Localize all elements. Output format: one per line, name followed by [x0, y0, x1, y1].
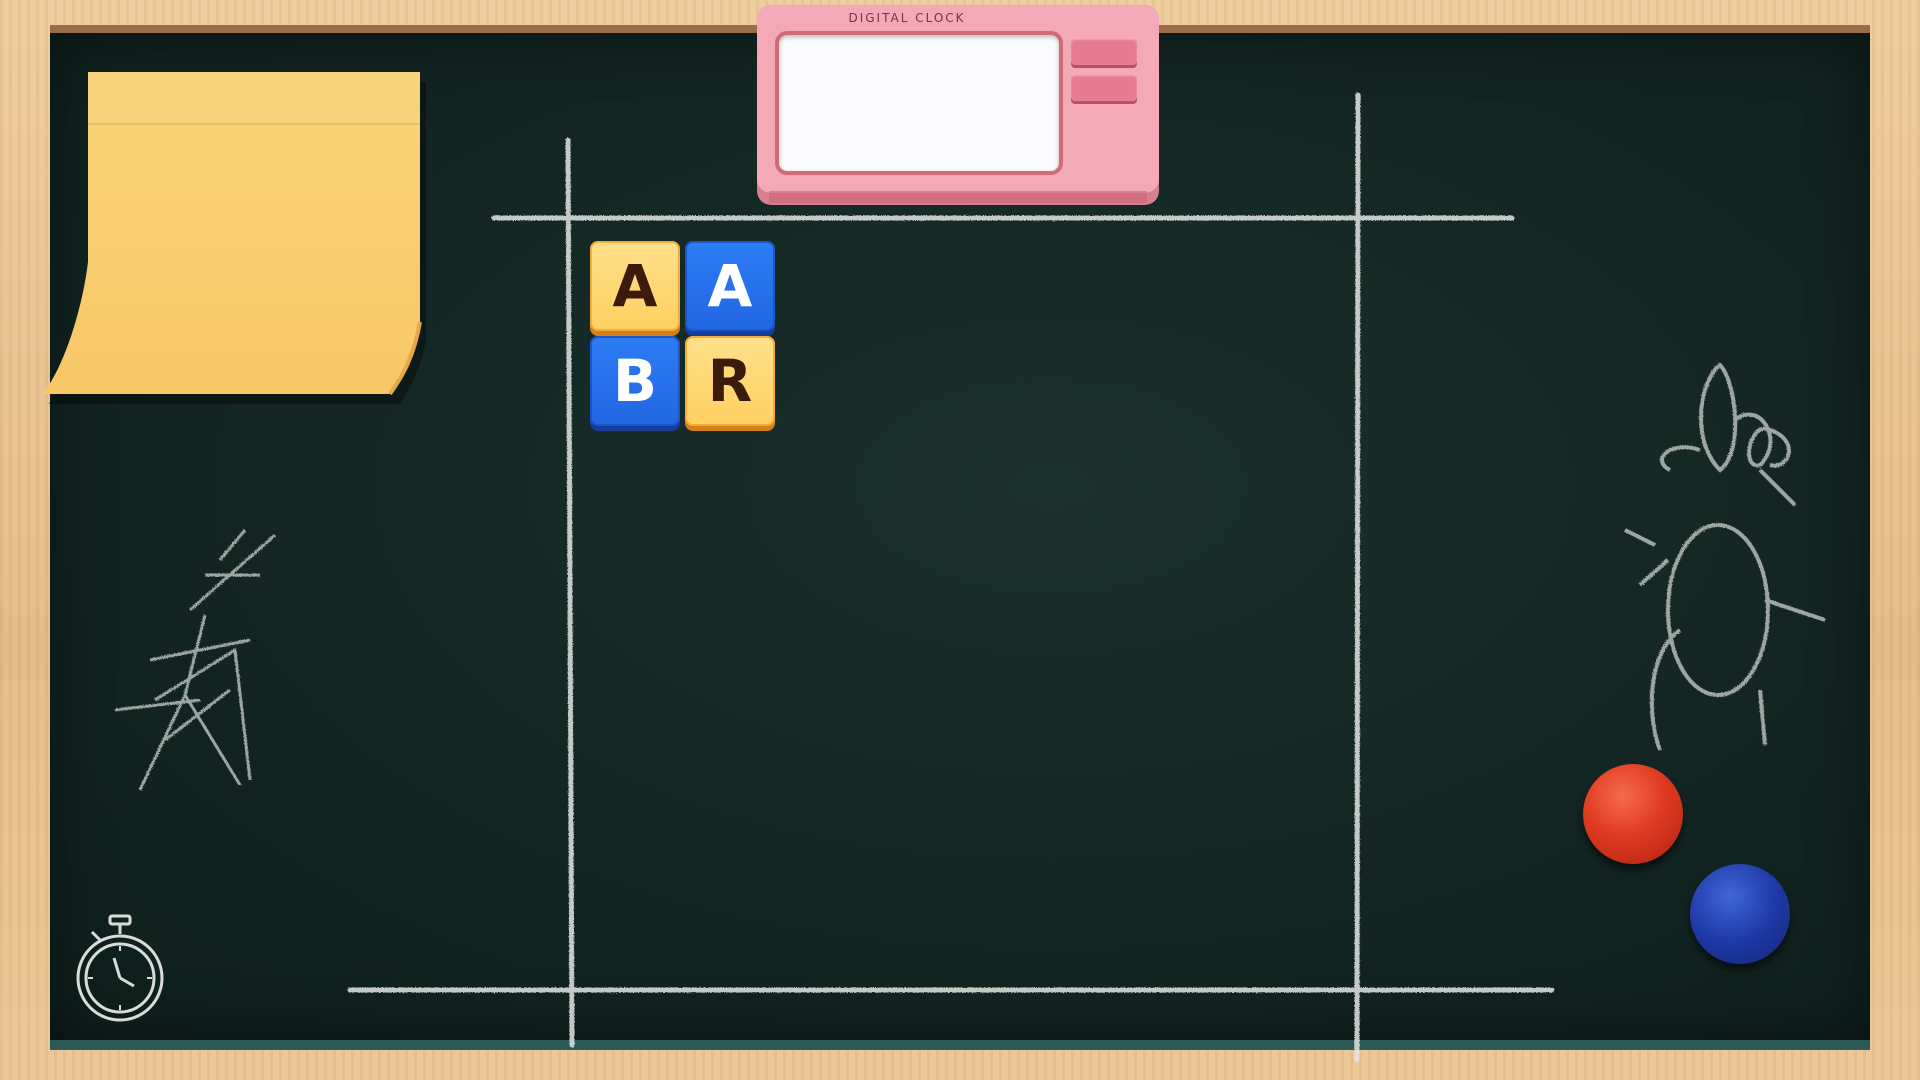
tile-letter: A — [612, 252, 658, 320]
blue-magnet[interactable] — [1690, 864, 1790, 964]
letter-tile[interactable]: B — [590, 336, 680, 426]
sticky-note[interactable] — [42, 72, 426, 404]
tile-letter: R — [707, 347, 753, 415]
clock-screen — [779, 35, 1059, 171]
clock-button-bottom[interactable] — [1071, 75, 1137, 101]
digital-clock: DIGITAL CLOCK — [757, 5, 1159, 205]
letter-tile[interactable]: A — [685, 241, 775, 331]
red-magnet[interactable] — [1583, 764, 1683, 864]
clock-button-top[interactable] — [1071, 39, 1137, 65]
letter-tile[interactable]: A — [590, 241, 680, 331]
tile-letter: A — [707, 252, 753, 320]
tile-letter: B — [612, 347, 658, 415]
letter-tile[interactable]: R — [685, 336, 775, 426]
clock-label: DIGITAL CLOCK — [848, 11, 966, 25]
stopwatch-icon[interactable] — [74, 914, 166, 1026]
